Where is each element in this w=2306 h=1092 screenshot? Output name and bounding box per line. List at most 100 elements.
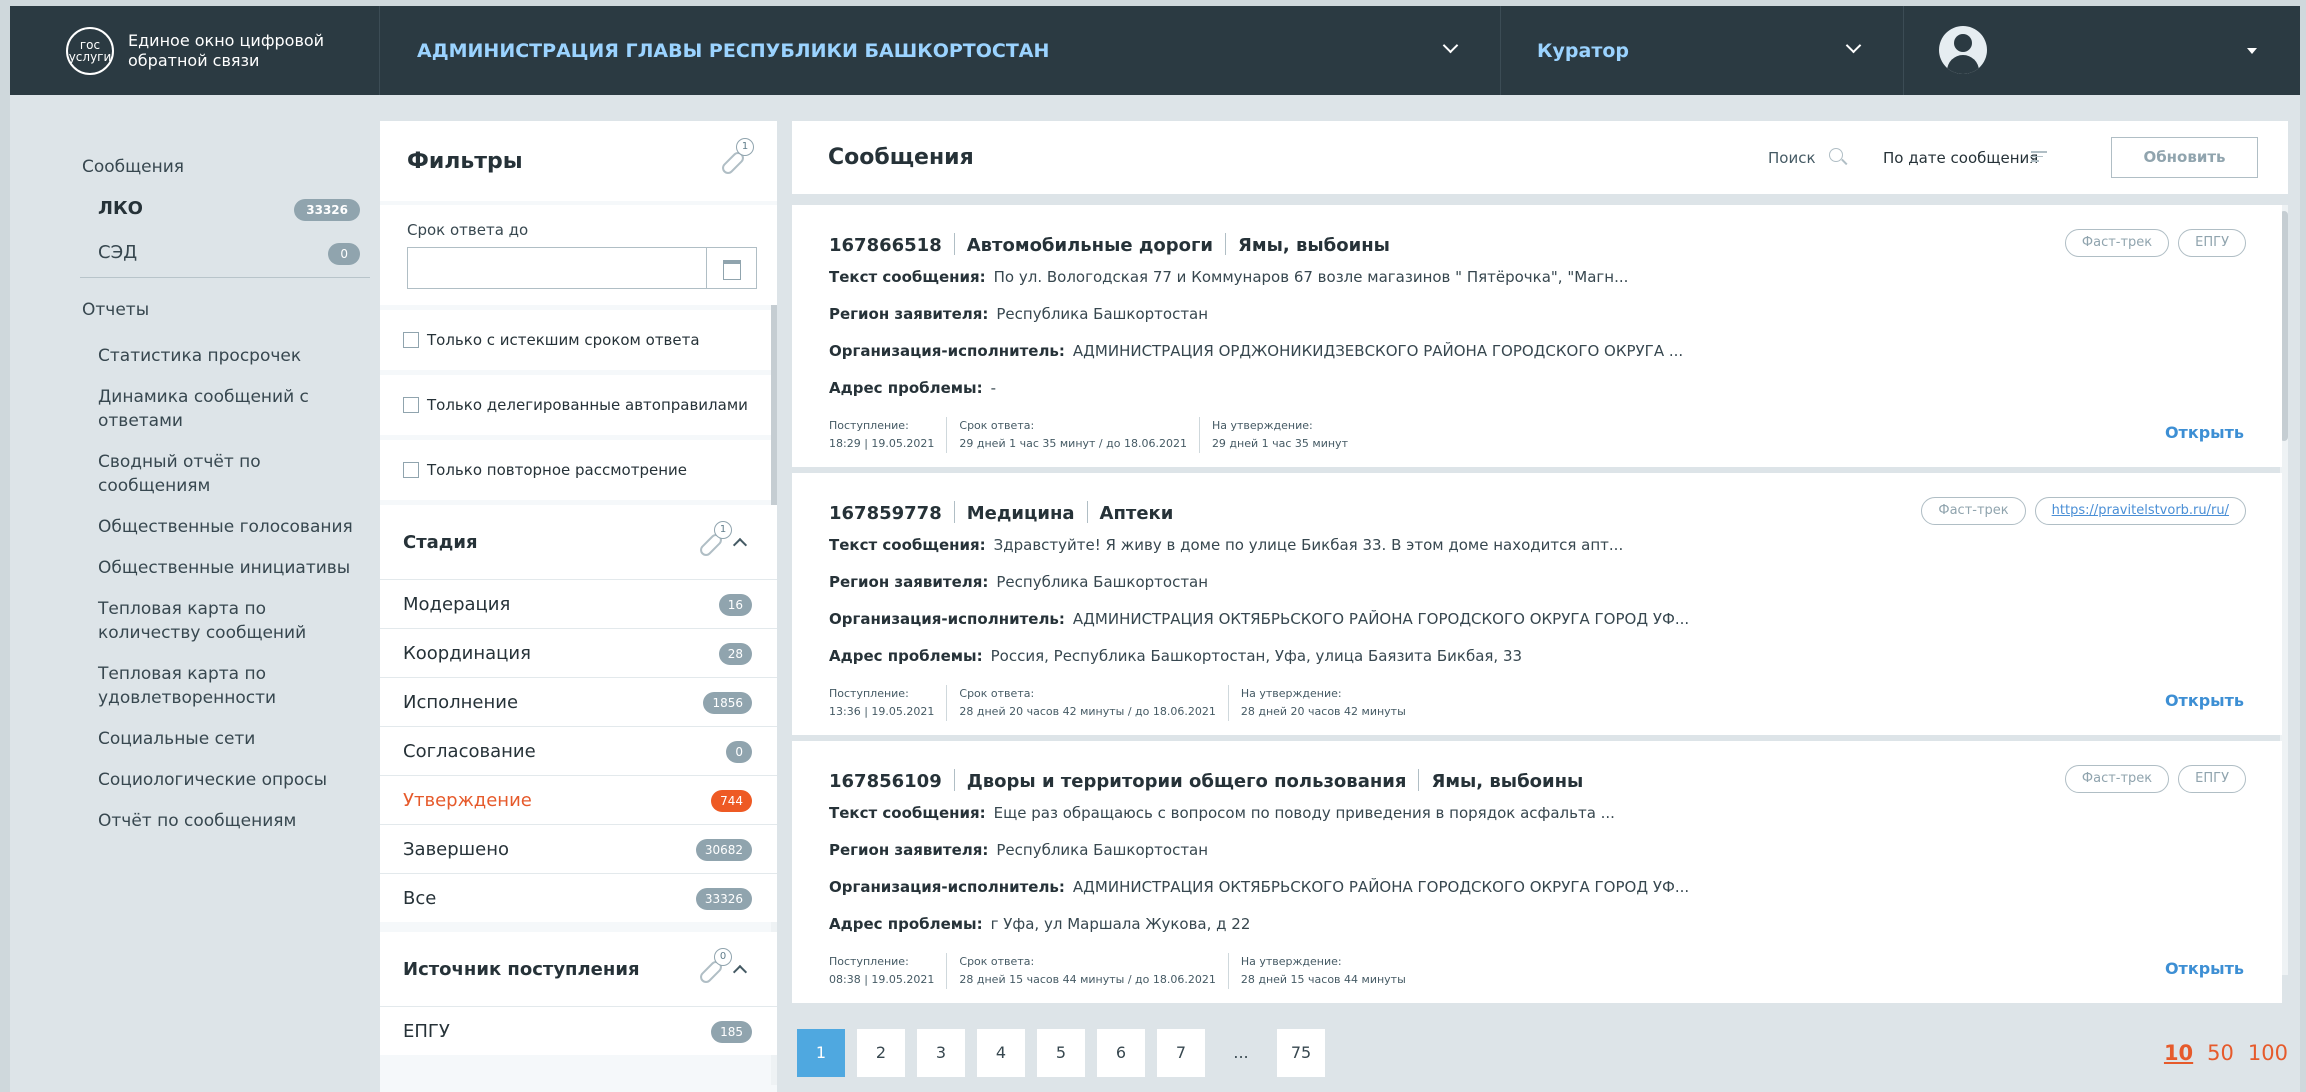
source-option[interactable]: ЕПГУ 185 [380,1006,777,1055]
open-message-link[interactable]: Открыть [2165,423,2244,442]
sort-icon[interactable] [2031,151,2047,163]
page-button[interactable]: 5 [1037,1029,1085,1077]
source-group-header[interactable]: Источник поступления 0 [380,932,777,1006]
message-card: 167856109 Дворы и территории общего польз… [792,741,2282,1003]
stage-option[interactable]: Модерация 16 [380,579,777,628]
search-icon[interactable] [1829,148,1843,162]
report-link[interactable]: Социальные сети [10,727,380,751]
page-button[interactable]: 2 [857,1029,905,1077]
message-text: По ул. Вологодская 77 и Коммунаров 67 во… [993,268,1629,286]
page-button[interactable]: 6 [1097,1029,1145,1077]
message-tags: Фаст-трек ЕПГУ [2064,765,2246,793]
stage-option[interactable]: Все 33326 [380,873,777,922]
message-category: Автомобильные дороги [966,235,1214,256]
user-menu[interactable] [1904,6,2300,95]
stage-option[interactable]: Согласование 0 [380,726,777,775]
page-button[interactable]: 75 [1277,1029,1325,1077]
role-selector[interactable]: Куратор [1501,6,1904,95]
message-id: 167856109 [829,771,942,792]
address-value: Россия, Республика Башкортостан, Уфа, ул… [990,647,1523,665]
deadline-col: Срок ответа: 28 дней 15 часов 44 минуты /… [946,953,1227,989]
organization-title: АДМИНИСТРАЦИЯ ГЛАВЫ РЕСПУБЛИКИ БАШКОРТОС… [417,39,1050,62]
organization-selector[interactable]: АДМИНИСТРАЦИЯ ГЛАВЫ РЕСПУБЛИКИ БАШКОРТОС… [380,6,1501,95]
count-badge: 33326 [695,888,752,910]
per-page-selector: 10 50 100 [2164,1041,2288,1065]
per-page-option-selected[interactable]: 10 [2164,1041,2193,1065]
open-message-link[interactable]: Открыть [2165,691,2244,710]
report-link[interactable]: Социологические опросы [10,768,380,792]
report-link[interactable]: Тепловая карта по количеству сообщений [10,597,380,645]
expired-only-checkbox[interactable]: Только с истекшим сроком ответа [380,310,777,370]
report-link[interactable]: Динамика сообщений с ответами [10,385,380,433]
source-group-title: Источник поступления [403,958,640,980]
refresh-button[interactable]: Обновить [2111,137,2258,178]
stage-option-active[interactable]: Утверждение 744 [380,775,777,824]
tag-fast-track: Фаст-трек [1921,497,2026,525]
page-button-current[interactable]: 1 [797,1029,845,1077]
stage-label: Согласование [403,740,536,762]
report-link[interactable]: Общественные инициативы [10,556,380,580]
stage-group-header[interactable]: Стадия 1 [380,505,777,579]
avatar-icon [1939,26,1987,74]
region-field: Регион заявителя: Республика Башкортостан [829,573,1208,591]
sidebar-item-lko[interactable]: ЛКО 33326 [10,187,380,231]
org-field: Организация-исполнитель: АДМИНИСТРАЦИЯ ОК… [829,878,1689,896]
count-badge: 744 [711,790,752,812]
sidebar-item-sed[interactable]: СЭД 0 [10,231,380,275]
logo-text: Единое окно цифровой обратной связи [128,31,324,71]
count-badge: 185 [711,1021,752,1043]
chevron-up-icon[interactable] [732,964,748,980]
page-button[interactable]: 7 [1157,1029,1205,1077]
org-value: АДМИНИСТРАЦИЯ ОКТЯБРЬСКОГО РАЙОНА ГОРОДС… [1072,878,1690,896]
tag-source-link[interactable]: https://pravitelstvorb.ru/ru/ [2034,497,2246,525]
page-button[interactable]: 4 [977,1029,1025,1077]
page-button[interactable]: 3 [917,1029,965,1077]
field-label: Организация-исполнитель: [829,342,1065,360]
open-message-link[interactable]: Открыть [2165,959,2244,978]
stage-label: Утверждение [403,789,532,811]
sort-selector[interactable]: По дате сообщения [1883,149,2038,167]
deadline-value: 29 дней 1 час 35 минут / до 18.06.2021 [959,437,1187,450]
report-link[interactable]: Отчёт по сообщениям [10,809,380,833]
delegated-only-checkbox[interactable]: Только делегированные автоправилами [380,375,777,435]
per-page-option[interactable]: 100 [2248,1041,2288,1065]
stage-option[interactable]: Завершено 30682 [380,824,777,873]
checkbox-icon[interactable] [403,397,419,413]
received-value: 08:38 | 19.05.2021 [829,973,935,986]
deadline-value: 28 дней 15 часов 44 минуты / до 18.06.20… [959,973,1216,986]
separator [953,501,955,523]
message-meta: Поступление: 18:29 | 19.05.2021 Срок отве… [829,417,1360,453]
field-label: Организация-исполнитель: [829,610,1065,628]
calendar-icon[interactable] [707,247,757,289]
checkbox-label: Только повторное рассмотрение [427,461,687,479]
top-bar: гос услуги Единое окно цифровой обратной… [10,6,2300,95]
checkbox-icon[interactable] [403,332,419,348]
report-link[interactable]: Статистика просрочек [10,344,380,368]
page-ellipsis: ... [1233,1043,1249,1062]
checkbox-icon[interactable] [403,462,419,478]
role-title: Куратор [1537,39,1630,62]
report-link[interactable]: Тепловая карта по удовлетворенности [10,662,380,710]
search-button[interactable]: Поиск [1768,149,1816,167]
stage-option[interactable]: Исполнение 1856 [380,677,777,726]
field-label: Регион заявителя: [829,305,989,323]
deadline-date-input[interactable] [407,247,707,289]
deadline-col: Срок ответа: 28 дней 20 часов 42 минуты /… [946,685,1227,721]
message-text-field: Текст сообщения: Здравстуйте! Я живу в до… [829,536,1623,554]
region-value: Республика Башкортостан [996,573,1209,591]
region-field: Регион заявителя: Республика Башкортостан [829,305,1208,323]
divider [80,277,370,278]
report-link[interactable]: Сводный отчёт по сообщениям [10,450,380,498]
message-meta: Поступление: 08:38 | 19.05.2021 Срок отве… [829,953,1418,989]
message-category: Медицина [966,503,1075,524]
field-label: Регион заявителя: [829,573,989,591]
chevron-up-icon[interactable] [732,537,748,553]
report-link[interactable]: Общественные голосования [10,515,380,539]
count-badge: 0 [726,741,752,763]
org-value: АДМИНИСТРАЦИЯ ОКТЯБРЬСКОГО РАЙОНА ГОРОДС… [1072,610,1690,628]
repeat-review-checkbox[interactable]: Только повторное рассмотрение [380,440,777,500]
per-page-option[interactable]: 50 [2207,1041,2234,1065]
stage-option[interactable]: Координация 28 [380,628,777,677]
logo[interactable]: гос услуги Единое окно цифровой обратной… [10,6,380,95]
logo-badge-text: гос услуги [68,37,112,64]
